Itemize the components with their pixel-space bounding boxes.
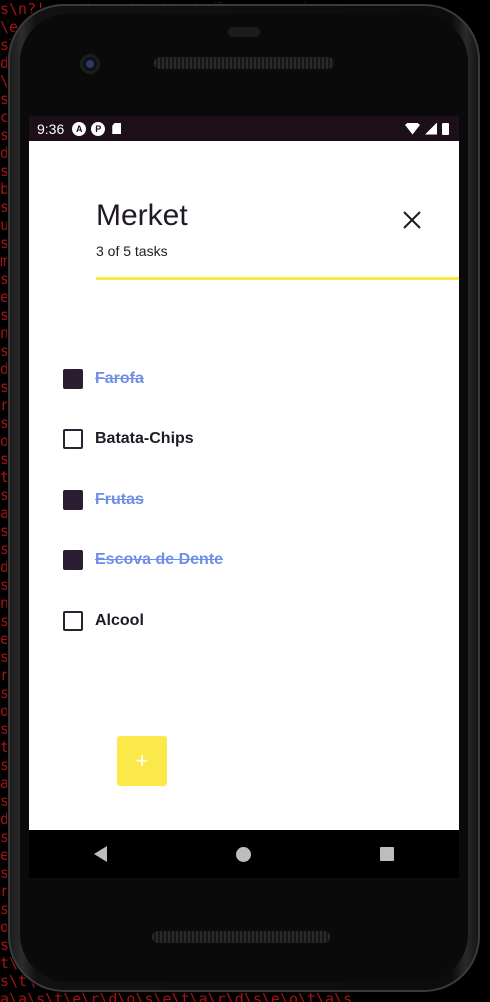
earpiece xyxy=(228,27,260,37)
task-checkbox[interactable] xyxy=(63,611,83,631)
task-label: Batata-Chips xyxy=(95,430,194,447)
task-item[interactable]: Escova de Dente xyxy=(63,549,223,571)
add-task-button[interactable]: + xyxy=(117,736,167,786)
a-circle-icon: A xyxy=(72,121,87,136)
status-right-icons xyxy=(405,122,449,135)
bottom-speaker-grille xyxy=(152,931,330,943)
close-button[interactable] xyxy=(399,207,425,233)
p-circle-icon: P xyxy=(91,121,106,136)
top-speaker-grille xyxy=(154,57,334,69)
nav-bar xyxy=(29,830,459,878)
progress-fill xyxy=(96,277,459,280)
battery-icon xyxy=(442,122,449,135)
app-screen: Merket 3 of 5 tasks Farofa Batata-Chips … xyxy=(29,141,459,830)
task-label: Alcool xyxy=(95,612,144,629)
task-label: Farofa xyxy=(95,370,144,387)
progress-bar xyxy=(96,277,459,280)
task-item[interactable]: Alcool xyxy=(63,610,144,632)
home-icon[interactable] xyxy=(235,846,251,862)
back-icon[interactable] xyxy=(93,846,107,862)
recents-icon[interactable] xyxy=(380,847,395,861)
sd-card-icon xyxy=(112,123,122,134)
task-label: Frutas xyxy=(95,491,144,508)
task-item[interactable]: Batata-Chips xyxy=(63,428,194,450)
task-checkbox[interactable] xyxy=(63,550,83,570)
status-bar: 9:36 A P xyxy=(29,116,459,141)
task-checkbox[interactable] xyxy=(63,369,83,389)
page-title: Merket xyxy=(96,199,188,232)
task-checkbox[interactable] xyxy=(63,490,83,510)
task-checkbox[interactable] xyxy=(63,429,83,449)
wifi-icon xyxy=(405,122,420,135)
task-item[interactable]: Farofa xyxy=(63,368,144,390)
status-time: 9:36 xyxy=(37,120,65,137)
task-label: Escova de Dente xyxy=(95,551,224,568)
task-item[interactable]: Frutas xyxy=(63,489,144,511)
task-count: 3 of 5 tasks xyxy=(96,243,168,259)
close-icon xyxy=(403,211,421,229)
signal-icon xyxy=(425,122,437,135)
front-camera xyxy=(80,54,100,74)
